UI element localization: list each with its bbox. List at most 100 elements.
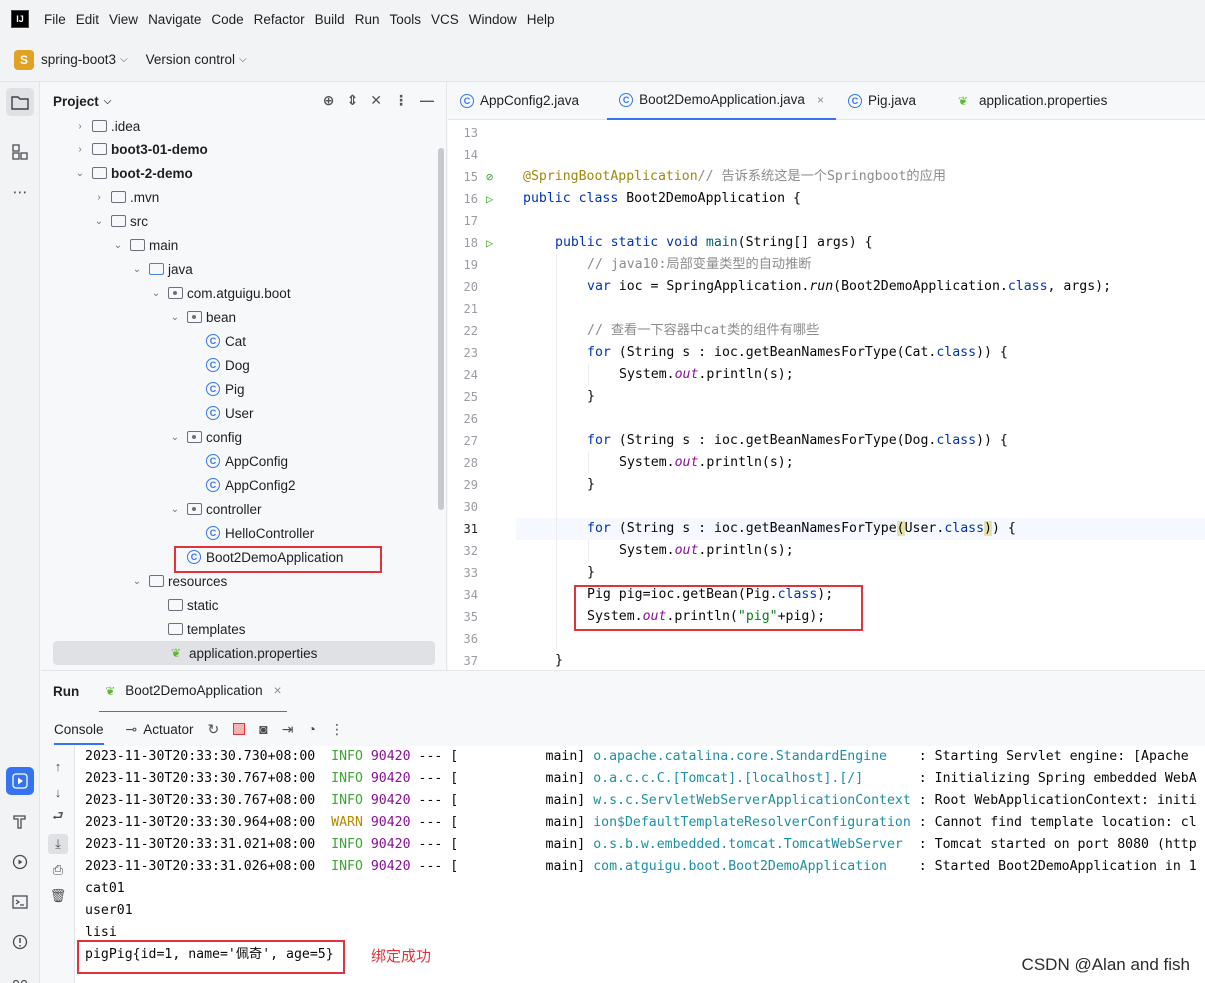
chevron-right-icon[interactable]: › <box>73 121 87 132</box>
tree-item-label: .idea <box>111 118 141 134</box>
stop-icon[interactable] <box>233 723 246 735</box>
tree-item-main[interactable]: ⌄ main <box>111 233 178 257</box>
menu-code[interactable]: Code <box>206 12 248 27</box>
soft-wrap-icon[interactable]: ⮐ <box>48 808 68 828</box>
menu-vcs[interactable]: VCS <box>426 12 464 27</box>
tree-item-bean[interactable]: ⌄ bean <box>168 305 236 329</box>
menu-help[interactable]: Help <box>522 12 560 27</box>
close-icon[interactable]: × <box>817 93 824 107</box>
tree-item-templates[interactable]: templates <box>163 617 246 641</box>
code-editor[interactable]: 13 14 15 16 17 18 19 20 21 22 23 24 25 2… <box>448 120 1205 670</box>
structure-icon[interactable] <box>6 138 34 166</box>
log-line: 2023-11-30T20:33:30.964+08:00 WARN 90420… <box>85 815 1197 830</box>
tab-label: AppConfig2.java <box>480 93 580 108</box>
chevron-down-icon[interactable]: ⌄ <box>130 576 144 587</box>
chevron-down-icon[interactable]: ⌄ <box>168 432 182 443</box>
terminal-icon[interactable] <box>6 888 34 916</box>
print-icon[interactable]: ⎙ <box>48 860 68 880</box>
chevron-right-icon[interactable]: › <box>92 192 106 203</box>
tree-item-boot3-01-demo[interactable]: › boot3-01-demo <box>73 137 207 161</box>
tree-item-idea[interactable]: › .idea <box>73 114 140 138</box>
console-output[interactable]: 2023-11-30T20:33:30.730+08:00 INFO 90420… <box>75 746 1205 983</box>
spring-bean-gutter-icon[interactable]: ⊘ <box>486 166 493 188</box>
tab-pig[interactable]: C Pig.java <box>836 82 928 120</box>
services-icon[interactable] <box>6 848 34 876</box>
tree-item-java[interactable]: ⌄ java <box>130 257 193 281</box>
locate-target-icon[interactable]: ⊕ <box>323 92 335 109</box>
menu-tools[interactable]: Tools <box>384 12 426 27</box>
tree-item-appconfig[interactable]: C AppConfig <box>201 449 288 473</box>
menu-window[interactable]: Window <box>464 12 522 27</box>
chevron-down-icon[interactable]: ⌄ <box>149 288 163 299</box>
project-folder-icon[interactable] <box>6 88 34 116</box>
tree-item-label: Dog <box>225 357 250 373</box>
menu-file[interactable]: File <box>39 12 71 27</box>
trash-icon[interactable]: 🗑 <box>48 886 68 906</box>
tree-item-com-atguigu-boot[interactable]: ⌄ com.atguigu.boot <box>149 281 291 305</box>
console-tab[interactable]: Console <box>54 722 104 745</box>
chevron-down-icon[interactable]: ⌄ <box>111 240 125 251</box>
tree-item-pig[interactable]: C Pig <box>201 377 245 401</box>
project-selector[interactable]: spring-boot3 ⌵ <box>41 52 128 67</box>
scroll-to-end-icon[interactable]: ⤓ <box>48 834 68 854</box>
tree-item-user[interactable]: C User <box>201 401 254 425</box>
annotation-note: 绑定成功 <box>371 948 432 965</box>
tree-item-cat[interactable]: C Cat <box>201 329 246 353</box>
intellij-logo-icon[interactable]: IJ <box>11 10 29 28</box>
options-kebab-icon[interactable]: ⋮ <box>330 721 344 738</box>
chevron-down-icon[interactable]: ⌄ <box>168 504 182 515</box>
tab-application-properties[interactable]: ❦ application.properties <box>946 82 1119 120</box>
tree-item-config[interactable]: ⌄ config <box>168 425 242 449</box>
menu-run[interactable]: Run <box>350 12 385 27</box>
tree-item-application-properties[interactable]: ❦ application.properties <box>53 641 435 665</box>
actuator-tab[interactable]: ⊸ Actuator <box>126 721 194 738</box>
menu-refactor[interactable]: Refactor <box>249 12 310 27</box>
tab-appconfig2[interactable]: C AppConfig2.java <box>448 82 591 120</box>
tree-item-appconfig2[interactable]: C AppConfig2 <box>201 473 296 497</box>
code-line-33: } <box>587 565 595 580</box>
run-tool-icon[interactable] <box>6 767 34 795</box>
build-hammer-icon[interactable] <box>6 808 34 836</box>
tab-boot2demoapplication[interactable]: C Boot2DemoApplication.java × <box>607 82 836 120</box>
arrow-up-icon[interactable]: ↑ <box>48 756 68 776</box>
screenshot-camera-icon[interactable]: ◙ <box>259 721 267 737</box>
project-scrollbar[interactable] <box>438 148 444 510</box>
chevron-right-icon[interactable]: › <box>73 144 87 155</box>
chevron-down-icon[interactable]: ⌄ <box>92 216 106 227</box>
tree-item-boot-2-demo[interactable]: ⌄ boot-2-demo <box>73 161 193 185</box>
run-gutter-icon[interactable]: ▷ <box>486 188 493 210</box>
chevron-down-icon[interactable]: ⌄ <box>168 312 182 323</box>
tree-item-mvn[interactable]: › .mvn <box>92 185 159 209</box>
line-number: 20 <box>463 280 478 294</box>
close-icon[interactable]: × <box>274 683 282 698</box>
export-icon[interactable]: ⇥ <box>282 721 294 738</box>
tree-item-src[interactable]: ⌄ src <box>92 209 148 233</box>
rerun-icon[interactable]: ↻ <box>208 721 220 738</box>
menu-navigate[interactable]: Navigate <box>143 12 206 27</box>
run-gutter-icon[interactable]: ▷ <box>486 232 493 254</box>
tree-item-hellocontroller[interactable]: C HelloController <box>201 521 314 545</box>
chevron-down-icon[interactable]: ⌄ <box>130 264 144 275</box>
tree-item-dog[interactable]: C Dog <box>201 353 250 377</box>
project-panel-title[interactable]: Project <box>53 94 99 109</box>
tree-item-resources[interactable]: ⌄ resources <box>130 569 227 593</box>
problems-icon[interactable] <box>6 928 34 956</box>
menu-edit[interactable]: Edit <box>71 12 104 27</box>
hide-panel-icon[interactable]: — <box>420 92 434 109</box>
line-number: 14 <box>463 148 478 162</box>
chevron-down-icon[interactable]: ⌄ <box>73 168 87 179</box>
menu-build[interactable]: Build <box>310 12 350 27</box>
arrow-down-icon[interactable]: ↓ <box>48 782 68 802</box>
collapse-all-icon[interactable]: ✕ <box>370 92 382 109</box>
chevron-down-icon[interactable]: ⌵ <box>104 96 112 107</box>
git-icon[interactable] <box>6 966 34 983</box>
more-tools-icon[interactable]: ⋯ <box>6 178 34 206</box>
menu-view[interactable]: View <box>104 12 143 27</box>
version-control-selector[interactable]: Version control ⌵ <box>146 52 247 67</box>
run-tab-boot2demoapplication[interactable]: ❦ Boot2DemoApplication × <box>99 671 288 713</box>
options-kebab-icon[interactable]: ⋮ <box>394 92 408 109</box>
expand-all-icon[interactable]: ⇕ <box>347 92 359 109</box>
profiler-gauge-icon[interactable]: ◔ <box>307 721 315 737</box>
tree-item-controller[interactable]: ⌄ controller <box>168 497 262 521</box>
tree-item-static[interactable]: static <box>163 593 219 617</box>
